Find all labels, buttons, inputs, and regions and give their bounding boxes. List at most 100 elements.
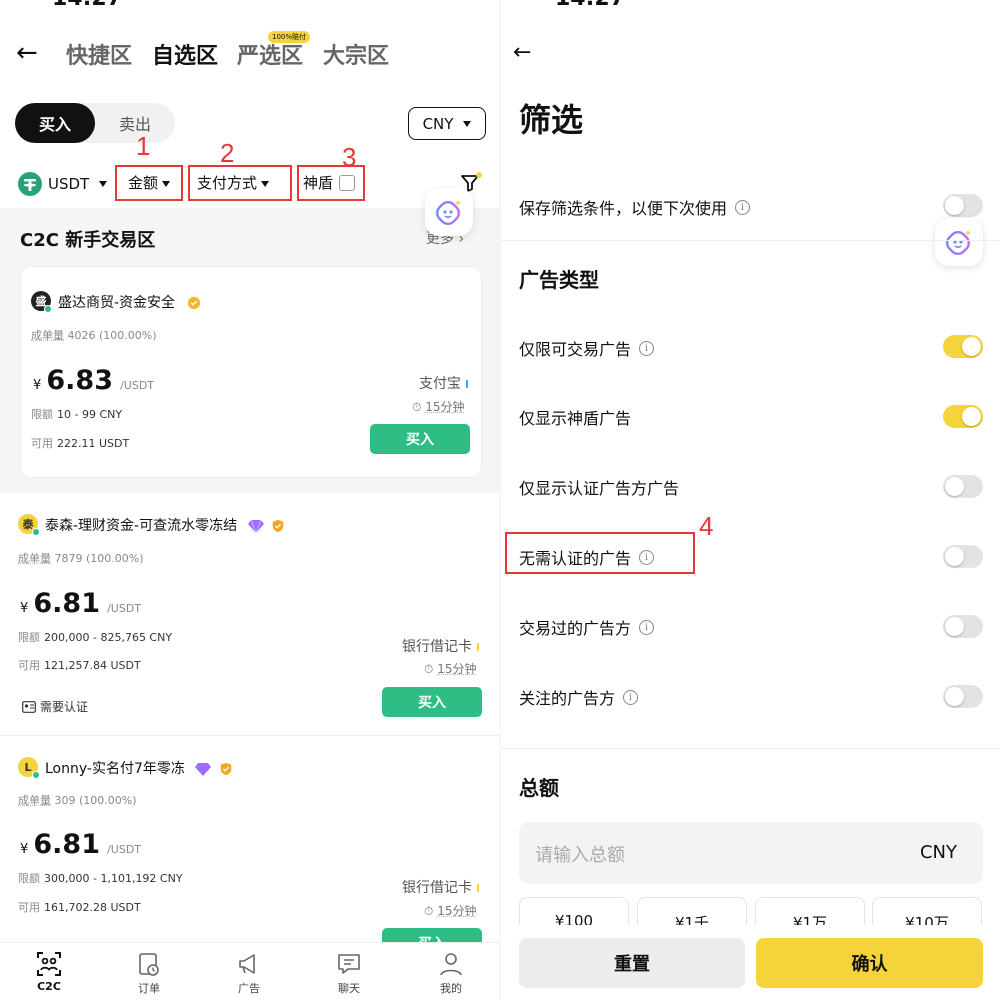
- info-icon[interactable]: i: [639, 340, 655, 356]
- followed-advertiser-switch[interactable]: [943, 685, 983, 708]
- no-verification-switch[interactable]: [943, 545, 983, 568]
- order-count: 成单量 309 (100.00%): [18, 792, 137, 808]
- nav-profile[interactable]: 我的: [421, 951, 481, 996]
- annotation-number-3: 3: [342, 142, 357, 172]
- merchant-name-text: 盛达商贸-资金安全: [58, 295, 176, 311]
- c2c-icon: [37, 952, 61, 976]
- ai-assistant-button[interactable]: [425, 188, 473, 236]
- price-unit: /USDT: [107, 843, 142, 856]
- order-count-value: 309 (100.00%): [54, 794, 137, 807]
- ad-available: 可用 121,257.84 USDT: [18, 657, 141, 673]
- alipay-indicator: [466, 380, 468, 388]
- tab-self-select[interactable]: 自选区: [152, 38, 218, 70]
- tab-bulk[interactable]: 大宗区: [323, 38, 389, 70]
- info-icon[interactable]: i: [735, 199, 751, 215]
- available-value: 161,702.28 USDT: [44, 901, 141, 914]
- divider: [0, 735, 500, 736]
- traded-advertiser-switch[interactable]: [943, 615, 983, 638]
- payment-method: 银行借记卡: [402, 877, 479, 897]
- toggle-row: 关注的广告方 i: [519, 685, 639, 709]
- reset-button[interactable]: 重置: [519, 938, 745, 988]
- filter-screen: 14:27 ← 筛选 保存筛选条件，以便下次使用 i 广告类型 仅限可交易广告 …: [501, 0, 1000, 1000]
- order-count-value: 4026 (100.00%): [67, 329, 157, 342]
- orders-icon: [139, 953, 159, 976]
- toggle-row: 仅限可交易广告 i: [519, 336, 655, 360]
- payment-method-label: 银行借记卡: [402, 880, 472, 896]
- ad-price: ¥ 6.83 /USDT: [33, 365, 154, 396]
- back-arrow-icon[interactable]: ←: [16, 40, 38, 66]
- tab-quick[interactable]: 快捷区: [66, 38, 132, 70]
- coin-label: USDT: [48, 175, 90, 193]
- ai-assistant-button[interactable]: [935, 218, 983, 266]
- ad-limit: 限额 200,000 - 825,765 CNY: [18, 629, 172, 645]
- bank-card-indicator: [477, 643, 479, 651]
- bottom-nav: C2C 订单 广告 聊天 我的: [0, 942, 500, 1000]
- save-filter-label: 保存筛选条件，以便下次使用: [519, 199, 728, 218]
- annotation-box-4: [505, 532, 695, 574]
- merchant-name[interactable]: 盛达商贸-资金安全: [58, 292, 202, 312]
- tradable-only-switch[interactable]: [943, 335, 983, 358]
- shield-badge-icon: [220, 762, 232, 776]
- nav-c2c[interactable]: C2C: [19, 951, 79, 993]
- order-count-label: 成单量: [18, 552, 51, 565]
- verification-required-tag: 需要认证: [22, 698, 88, 715]
- limit-value: 10 - 99 CNY: [57, 408, 123, 421]
- nav-chat[interactable]: 聊天: [319, 951, 379, 996]
- available-value: 222.11 USDT: [57, 437, 130, 450]
- verified-advertiser-switch[interactable]: [943, 475, 983, 498]
- megaphone-icon: [239, 954, 255, 974]
- total-amount-title: 总额: [519, 776, 559, 800]
- currency-selector[interactable]: CNY: [408, 107, 486, 140]
- payment-time-limit: ⏱ 15分钟: [424, 902, 476, 919]
- currency-symbol: ¥: [20, 601, 29, 616]
- caret-down-icon: [99, 181, 108, 187]
- available-value: 121,257.84 USDT: [44, 659, 141, 672]
- nav-label: 订单: [138, 982, 160, 995]
- merchant-name[interactable]: Lonny-实名付7年零冻: [45, 758, 234, 778]
- price-value: 6.81: [33, 829, 100, 860]
- limit-value: 200,000 - 825,765 CNY: [44, 631, 173, 644]
- amount-placeholder: 请输入总额: [535, 845, 625, 866]
- buy-button[interactable]: 买入: [382, 687, 482, 717]
- price-unit: /USDT: [107, 602, 142, 615]
- sell-tab[interactable]: 卖出: [95, 103, 175, 143]
- payment-method-label: 支付宝: [419, 376, 461, 392]
- usdt-coin-icon: [18, 172, 42, 196]
- confirm-button[interactable]: 确认: [756, 938, 983, 988]
- divider: [501, 240, 1000, 241]
- annotation-number-4: 4: [699, 511, 714, 541]
- buy-tab[interactable]: 买入: [15, 103, 95, 143]
- save-filter-switch[interactable]: [943, 194, 983, 217]
- nav-ads[interactable]: 广告: [219, 951, 279, 996]
- clock-icon: ⏱: [424, 662, 434, 676]
- clock-icon: ⏱: [424, 904, 434, 918]
- order-count: 成单量 4026 (100.00%): [31, 327, 157, 343]
- coin-selector[interactable]: USDT: [18, 172, 108, 196]
- annotation-number-1: 1: [136, 131, 151, 161]
- verification-required-label: 需要认证: [40, 700, 89, 714]
- nav-orders[interactable]: 订单: [119, 951, 179, 996]
- info-icon[interactable]: i: [639, 619, 655, 635]
- price-value: 6.81: [33, 588, 100, 619]
- shield-badge-icon: [272, 519, 284, 533]
- buy-button[interactable]: 买入: [370, 424, 470, 454]
- shield-ads-switch[interactable]: [943, 405, 983, 428]
- info-icon[interactable]: i: [623, 689, 639, 705]
- available-label: 可用: [31, 437, 53, 450]
- total-amount-input[interactable]: 请输入总额 CNY: [519, 822, 983, 884]
- status-time: 14:27: [52, 0, 122, 11]
- limit-label: 限额: [31, 408, 53, 421]
- payment-time-limit: ⏱ 15分钟: [424, 660, 476, 677]
- user-icon: [440, 953, 462, 976]
- clock-icon: ⏱: [412, 400, 422, 414]
- payment-time-limit: ⏱ 15分钟: [412, 398, 464, 415]
- merchant-name[interactable]: 泰森-理财资金-可查流水零冻结: [45, 515, 286, 535]
- ad-type-title: 广告类型: [519, 268, 599, 292]
- merchant-name-text: Lonny-实名付7年零冻: [45, 761, 185, 777]
- time-limit-value: 15分钟: [437, 662, 477, 676]
- ad-price: ¥ 6.81 /USDT: [20, 829, 141, 860]
- price-value: 6.83: [46, 365, 113, 396]
- back-arrow-icon[interactable]: ←: [513, 42, 531, 64]
- order-count-value: 7879 (100.00%): [54, 552, 144, 565]
- toggle-label: 关注的广告方: [519, 689, 616, 708]
